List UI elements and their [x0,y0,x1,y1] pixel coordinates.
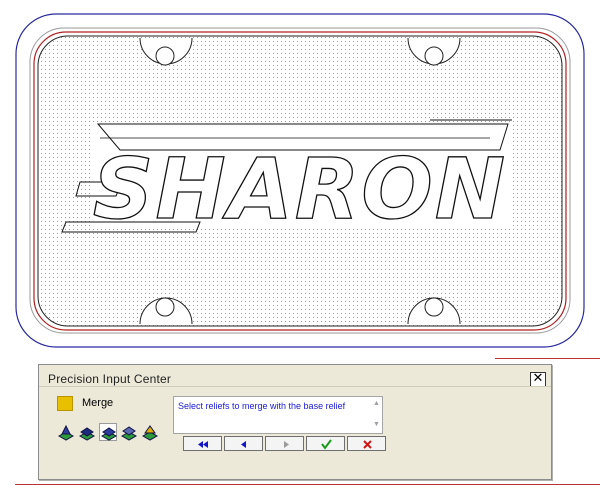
accept-button[interactable] [306,436,345,451]
red-guide-line [495,358,600,359]
cancel-button[interactable] [347,436,386,451]
forward-icon [284,441,289,448]
forward-button[interactable] [265,436,304,451]
close-button[interactable]: ✕ [530,372,546,386]
accept-checkmark-icon [321,439,332,450]
back-icon [241,441,246,448]
rewind-button[interactable] [183,436,222,451]
precision-input-center-panel: Precision Input Center ✕ Merge Select re… [38,364,552,480]
back-button[interactable] [224,436,263,451]
merge-label: Merge [82,397,114,409]
prompt-scrollbar[interactable]: ▲ ▼ [370,397,382,433]
plate-lettering: SHARON [61,119,512,239]
plate-text: SHARON [93,140,507,238]
rewind-icon [198,441,208,448]
scroll-up-icon[interactable]: ▲ [373,400,380,407]
panel-title: Precision Input Center [48,372,172,386]
relief-add-icon[interactable] [57,423,75,441]
relief-merge-low-icon[interactable] [99,423,118,441]
red-guide-line [15,484,600,485]
panel-titlebar[interactable]: Precision Input Center ✕ [39,365,551,387]
relief-multiply-icon[interactable] [141,423,159,441]
prompt-box: Select reliefs to merge with the base re… [173,396,383,434]
merge-color-swatch [57,396,73,411]
cancel-x-icon [363,440,372,449]
relief-subtract-icon[interactable] [120,423,138,441]
drawing-canvas[interactable]: SHARON [0,0,600,360]
relief-merge-high-icon[interactable] [78,423,96,441]
scroll-down-icon[interactable]: ▼ [373,421,380,428]
prompt-text: Select reliefs to merge with the base re… [178,401,346,411]
